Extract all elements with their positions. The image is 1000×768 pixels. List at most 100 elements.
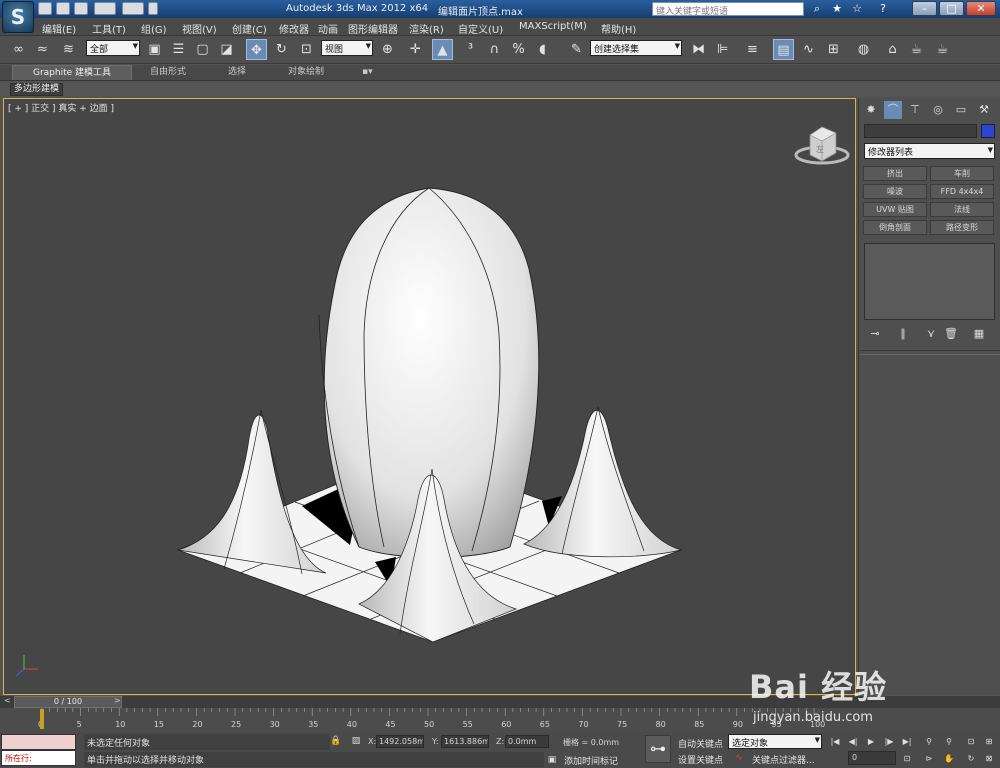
menu-create[interactable]: 创建(C) xyxy=(232,21,267,36)
save-file-icon[interactable] xyxy=(74,2,88,15)
schematic-view-icon[interactable]: ⊞ xyxy=(823,39,844,60)
menu-views[interactable]: 视图(V) xyxy=(182,21,217,36)
viewport-label[interactable]: [ + ] 正交 ] 真实 + 边面 ] xyxy=(8,101,114,114)
spinner-snap-icon[interactable]: ◖ xyxy=(532,39,553,60)
select-object-icon[interactable]: ▣ xyxy=(144,39,165,60)
curve-editor-icon[interactable]: ∿ xyxy=(798,39,819,60)
previous-frame-icon[interactable]: ◀| xyxy=(846,735,860,748)
scale-icon[interactable]: ⊡ xyxy=(296,39,317,60)
favorites-icon[interactable]: ☆ xyxy=(850,1,864,17)
render-production-icon[interactable]: ☕ xyxy=(932,39,953,60)
orbit-icon[interactable]: ↻ xyxy=(964,752,978,765)
remove-modifier-icon[interactable]: 🗑 xyxy=(943,326,959,342)
menu-graph-editors[interactable]: 图形编辑器 xyxy=(348,21,398,36)
menu-edit[interactable]: 编辑(E) xyxy=(42,21,76,36)
rendered-frame-icon[interactable]: ☕ xyxy=(906,39,927,60)
hierarchy-tab-icon[interactable]: ⊤ xyxy=(906,101,924,119)
layer-manager-icon[interactable]: ≡ xyxy=(742,39,763,60)
help-search-input[interactable]: 键入关键字或短语 xyxy=(652,2,804,17)
selection-filter-dropdown[interactable]: 全部 xyxy=(86,40,140,56)
percent-snap-icon[interactable]: % xyxy=(508,39,529,60)
key-selection-dropdown[interactable]: 选定对象 xyxy=(728,734,822,749)
modifier-bevel-profile-button[interactable]: 倒角剖面 xyxy=(863,220,927,235)
modifier-uvw-map-button[interactable]: UVW 贴图 xyxy=(863,202,927,217)
material-editor-icon[interactable]: ◍ xyxy=(853,39,874,60)
go-to-end-icon[interactable]: ▶| xyxy=(900,735,914,748)
time-slider[interactable]: < 0 / 100 > xyxy=(0,696,1000,708)
spike-right[interactable] xyxy=(523,406,683,558)
y-coordinate-field[interactable]: 1613.886m xyxy=(441,735,489,748)
undo-icon[interactable] xyxy=(94,2,116,15)
create-tab-icon[interactable]: ✸ xyxy=(862,101,880,119)
maximize-button[interactable]: □ xyxy=(939,1,964,16)
tab-graphite-modeling[interactable]: Graphite 建模工具 xyxy=(12,65,132,80)
menu-help[interactable]: 帮助(H) xyxy=(601,21,636,36)
current-frame-field[interactable]: 0 xyxy=(848,751,896,765)
menu-group[interactable]: 组(G) xyxy=(141,21,167,36)
graphite-toggle-icon[interactable]: ▤ xyxy=(773,39,794,60)
search-icon[interactable]: ⌕ xyxy=(810,1,824,17)
absolute-mode-icon[interactable]: ▨ xyxy=(350,735,362,747)
reference-coordinate-dropdown[interactable]: 视图 xyxy=(321,40,373,56)
select-by-name-icon[interactable]: ☰ xyxy=(168,39,189,60)
time-configuration-icon[interactable]: ⊡ xyxy=(900,752,914,765)
maxscript-listener[interactable] xyxy=(1,734,76,750)
menu-animation[interactable]: 动画 xyxy=(318,21,338,36)
add-time-tag-button[interactable]: 添加时间标记 xyxy=(564,754,618,767)
key-mode-icon[interactable]: ∿ xyxy=(733,752,745,764)
render-setup-icon[interactable]: ⌂ xyxy=(882,39,903,60)
maximize-viewport-icon[interactable]: ⊠ xyxy=(982,752,996,765)
modifier-normal-button[interactable]: 法线 xyxy=(930,202,994,217)
time-prev-icon[interactable]: < xyxy=(4,696,11,705)
key-filters-button[interactable]: 关键点过滤器... xyxy=(752,753,815,766)
modifier-lathe-button[interactable]: 车削 xyxy=(930,166,994,181)
set-key-icon[interactable]: ⊶ xyxy=(645,735,671,763)
unlink-icon[interactable]: ≈ xyxy=(32,39,53,60)
motion-tab-icon[interactable]: ◎ xyxy=(929,101,947,119)
menu-customize[interactable]: 自定义(U) xyxy=(458,21,503,36)
zoom-extents-icon[interactable]: ⊡ xyxy=(964,735,978,748)
modifier-extrude-button[interactable]: 挤出 xyxy=(863,166,927,181)
app-logo-button[interactable]: S xyxy=(2,1,34,33)
bind-space-warp-icon[interactable]: ≋ xyxy=(58,39,79,60)
modifier-path-deform-button[interactable]: 路径变形 xyxy=(930,220,994,235)
zoom-all-icon[interactable]: ⚲ xyxy=(942,735,956,748)
x-coordinate-field[interactable]: 1492.058m xyxy=(376,735,424,748)
zoom-extents-all-icon[interactable]: ⊞ xyxy=(982,735,996,748)
track-bar[interactable]: 0510152025303540455055606570758085909510… xyxy=(0,708,1000,732)
time-slider-thumb[interactable]: 0 / 100 xyxy=(14,696,122,708)
pan-icon[interactable]: ✋ xyxy=(942,752,956,765)
time-next-icon[interactable]: > xyxy=(114,696,121,705)
object-name-field[interactable] xyxy=(864,124,977,138)
align-icon[interactable]: ⊫ xyxy=(712,39,733,60)
ribbon-options-icon[interactable]: ▪▾ xyxy=(362,65,373,80)
angle-snap-icon[interactable]: ∩ xyxy=(484,39,505,60)
menu-rendering[interactable]: 渲染(R) xyxy=(409,21,444,36)
next-frame-icon[interactable]: |▶ xyxy=(882,735,896,748)
rectangle-selection-icon[interactable]: ▢ xyxy=(192,39,213,60)
utilities-tab-icon[interactable]: ⚒ xyxy=(975,101,993,119)
minimize-button[interactable]: – xyxy=(912,1,937,16)
mirror-icon[interactable]: ⧓ xyxy=(688,39,709,60)
modifier-ffd-button[interactable]: FFD 4x4x4 xyxy=(930,184,994,199)
make-unique-icon[interactable]: ⋎ xyxy=(923,326,939,342)
modifier-list-dropdown[interactable]: 修改器列表 xyxy=(864,143,995,159)
field-of-view-icon[interactable]: ⊳ xyxy=(922,752,936,765)
object-color-swatch[interactable] xyxy=(981,124,995,138)
z-coordinate-field[interactable]: 0.0mm xyxy=(505,735,549,748)
current-frame-marker[interactable] xyxy=(40,709,44,729)
link-icon[interactable]: ∞ xyxy=(8,39,29,60)
keyboard-shortcut-override-icon[interactable]: ▲ xyxy=(432,39,453,60)
go-to-start-icon[interactable]: |◀ xyxy=(828,735,842,748)
display-tab-icon[interactable]: ▭ xyxy=(952,101,970,119)
close-button[interactable]: ✕ xyxy=(966,1,996,16)
rotate-icon[interactable]: ↻ xyxy=(271,39,292,60)
menu-modifiers[interactable]: 修改器 xyxy=(279,21,309,36)
window-crossing-icon[interactable]: ◪ xyxy=(216,39,237,60)
open-file-icon[interactable] xyxy=(56,2,70,15)
modifier-noise-button[interactable]: 噪波 xyxy=(863,184,927,199)
show-end-result-icon[interactable]: ∥ xyxy=(895,326,911,342)
quick-access-dropdown-icon[interactable] xyxy=(148,2,158,15)
viewcube-icon[interactable]: 左 xyxy=(794,126,850,165)
menu-tools[interactable]: 工具(T) xyxy=(92,21,126,36)
